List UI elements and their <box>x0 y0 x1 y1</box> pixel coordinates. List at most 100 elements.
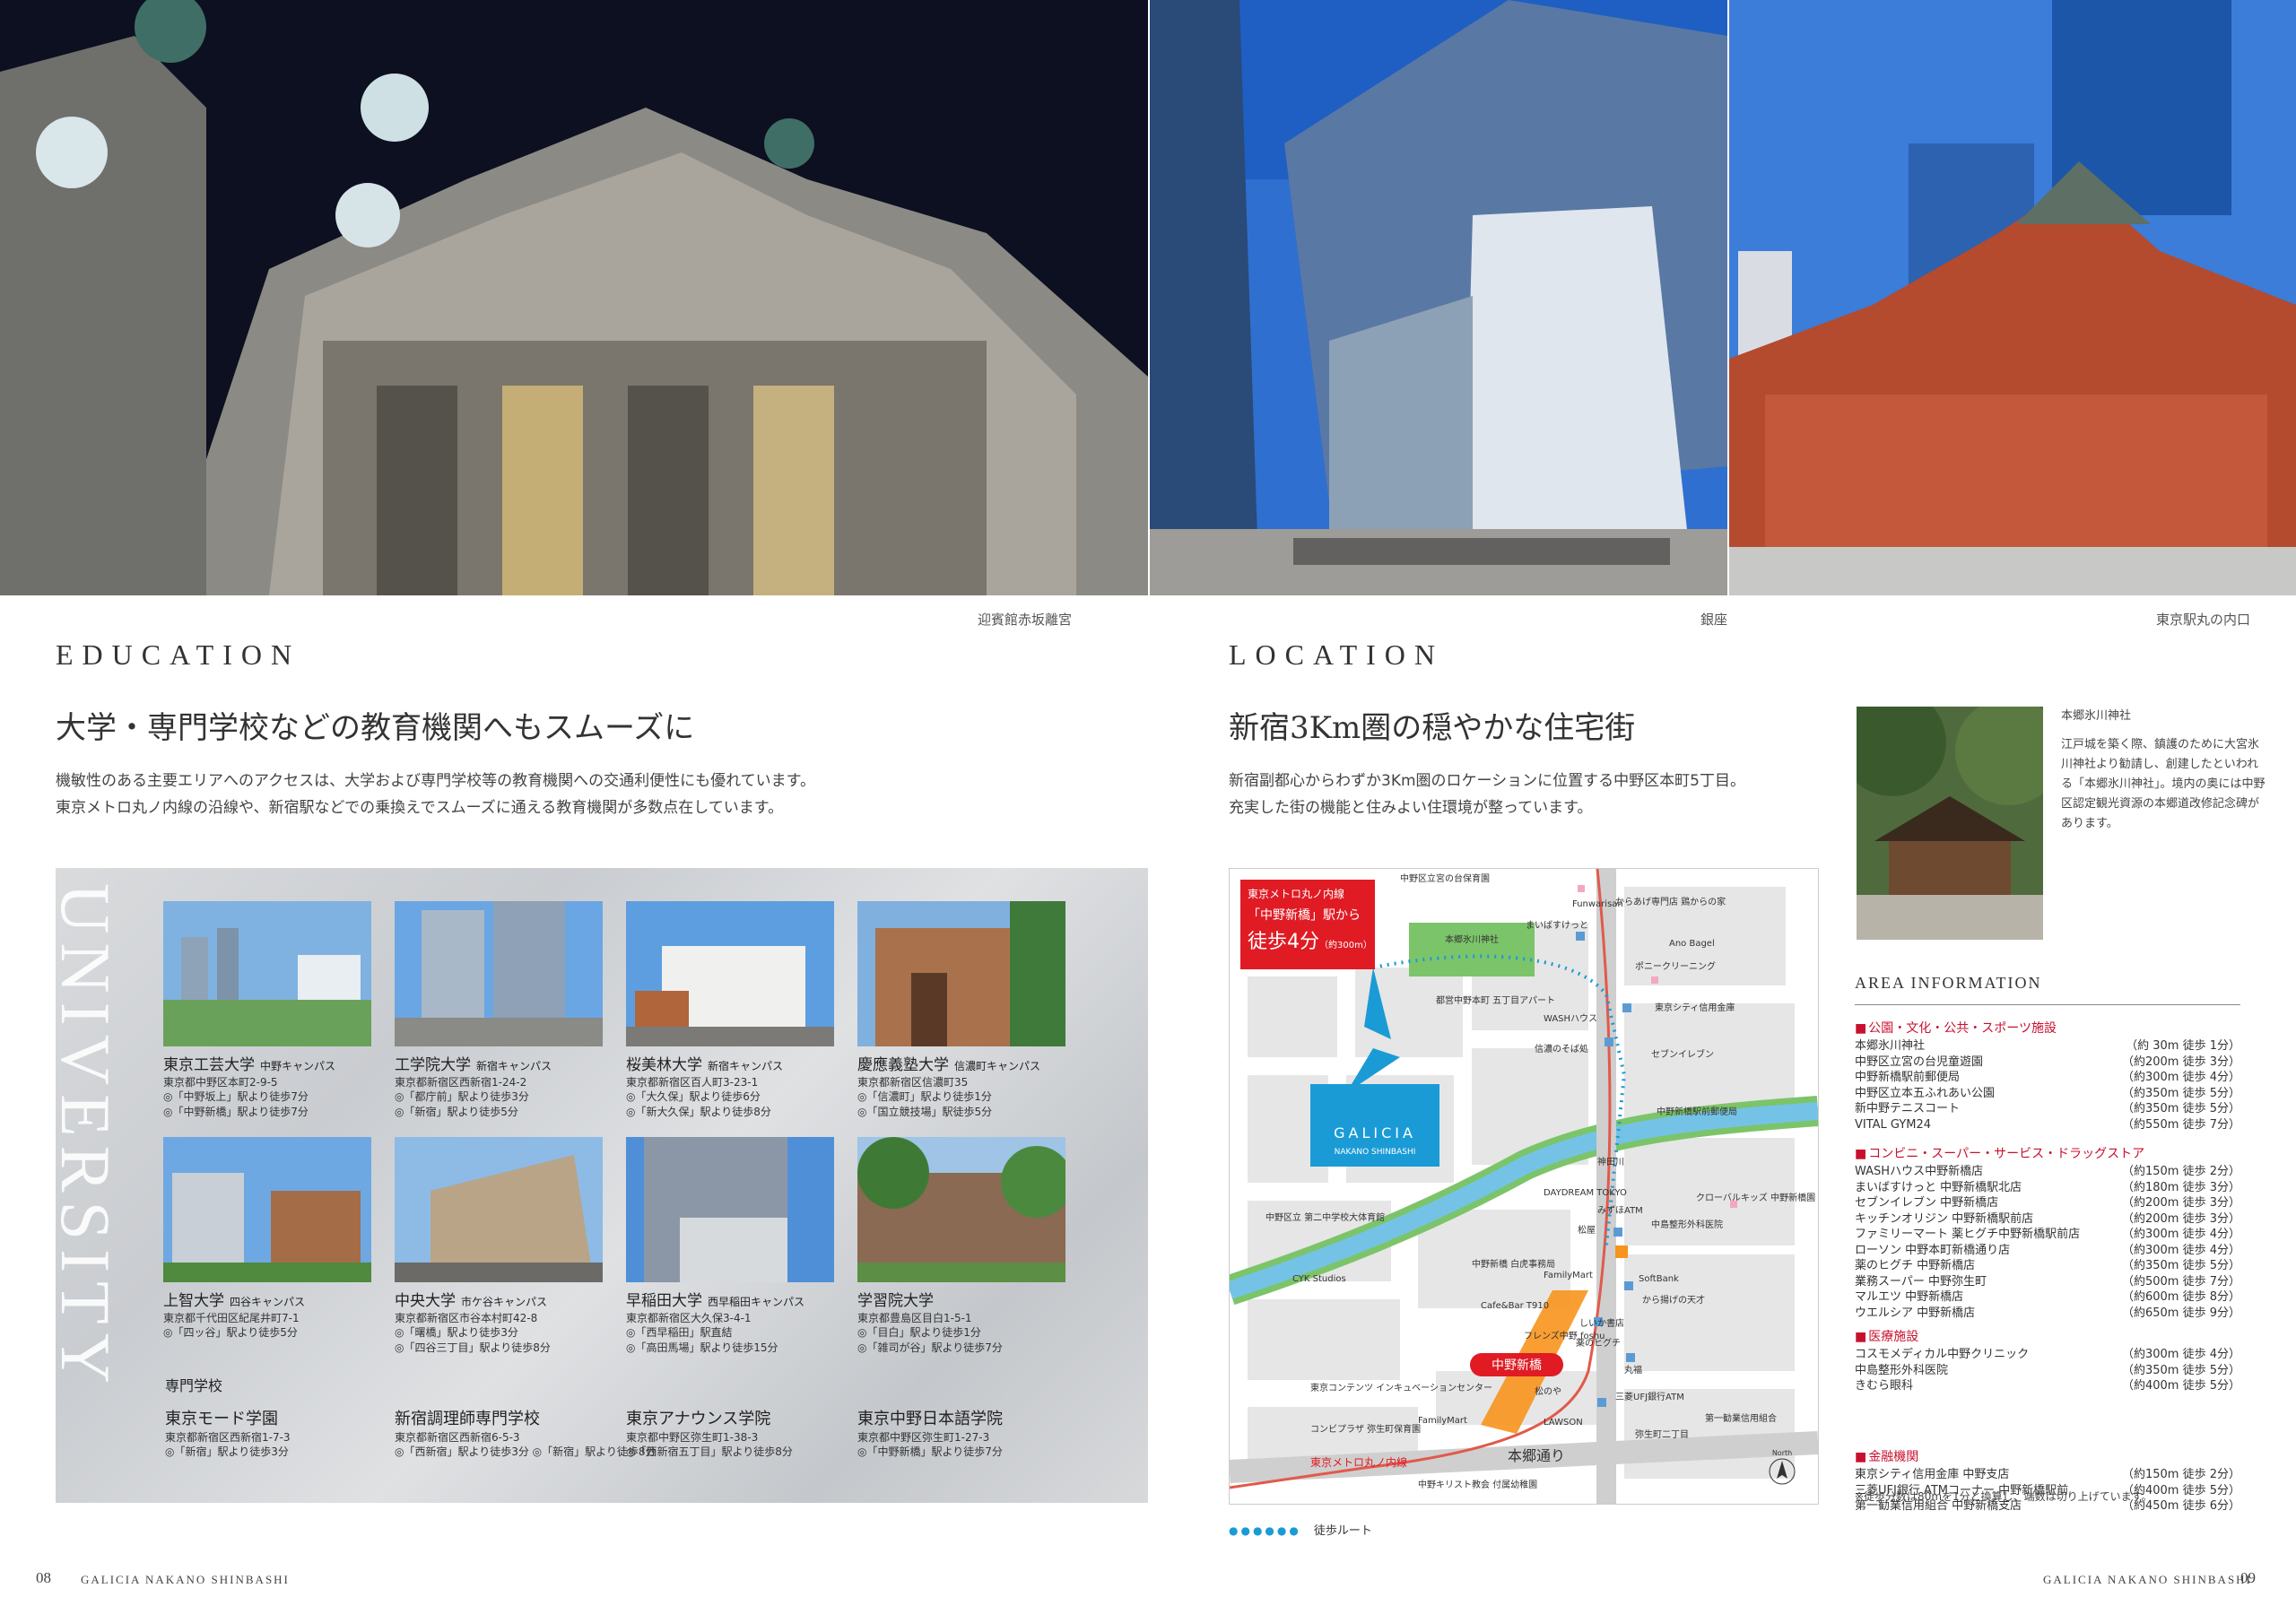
facility-name: 薬のヒグチ 中野新橋店 <box>1855 1259 1976 1272</box>
area-info-category: 医療施設 <box>1855 1327 2240 1345</box>
shrine-info: 本郷氷川神社 江戸城を築く際、鎮護のために大宮氷川神社より勧請し、創建したといわ… <box>2061 707 2267 834</box>
map-poi-label: CYK Studios <box>1292 1274 1346 1284</box>
area-info-row: まいばすけっと 中野新橋駅北店 （約180m 徒歩 3分） <box>1855 1180 2240 1196</box>
map-poi-label: 丸福 <box>1624 1364 1642 1376</box>
area-info-group: 公園・文化・公共・スポーツ施設本郷氷川神社 （約 30m 徒歩 1分） 中野区立宮の… <box>1855 1019 2240 1133</box>
page-number-right: 09 <box>2240 1569 2256 1586</box>
area-info-row: 中島整形外科医院 （約350m 徒歩 5分） <box>1855 1363 2240 1379</box>
university-card: 慶應義塾大学 信濃町キャンパス 東京都新宿区信濃町35 ◎「信濃町」駅より徒歩1分… <box>857 901 1068 1120</box>
area-info-row: マルエツ 中野新橋店 （約600m 徒歩 8分） <box>1855 1289 2240 1306</box>
map-poi-label: 弥生町二丁目 <box>1635 1428 1689 1440</box>
school-card: 東京中野日本語学院 東京都中野区弥生町1-27-3 ◎「中野新橋」駅より徒歩7分 <box>857 1410 1003 1458</box>
footer-brand-right: GALICIA NAKANO SHINBASHI <box>2043 1573 2252 1586</box>
facility-name: キッチンオリジン 中野新橋駅前店 <box>1855 1211 2034 1226</box>
education-body: 機敏性のある主要エリアへのアクセスは、大学および専門学校等の教育機関への交通利便… <box>56 772 815 817</box>
map-poi-label: DAYDREAM TOKYO <box>1544 1188 1627 1198</box>
map-poi-label: クローバルキッズ 中野新橋園 <box>1696 1192 1815 1203</box>
facility-distance: （約300m 徒歩 4分） <box>2121 1228 2240 1241</box>
footer-brand-left: GALICIA NAKANO SHINBASHI <box>81 1573 290 1586</box>
page-number-left: 08 <box>36 1569 51 1586</box>
area-info-row: 本郷氷川神社 （約 30m 徒歩 1分） <box>1855 1038 2240 1055</box>
shrine-title: 本郷氷川神社 <box>2061 709 2132 723</box>
area-info-row: 新中野テニスコート （約350m 徒歩 5分） <box>1855 1101 2240 1117</box>
photo-caption-2: 銀座 <box>1700 612 1728 628</box>
facility-distance: （約650m 徒歩 9分） <box>2121 1306 2240 1320</box>
education-headline: 大学・専門学校などの教育機関へもスムーズに <box>56 710 695 746</box>
photo-tokyo-station <box>1729 0 2296 595</box>
location-body: 新宿副都心からわずか3Km圏のロケーションに位置する中野区本町5丁目。 充実した… <box>1229 772 1745 817</box>
university-photo <box>395 901 603 1046</box>
area-info-note: ※徒歩分数は80mを1分と換算し、端数は切り上げています。 <box>1855 1490 2152 1503</box>
area-info-row: キッチンオリジン 中野新橋駅前店 （約200m 徒歩 3分） <box>1855 1211 2240 1228</box>
map-poi-label: FamilyMart <box>1544 1271 1593 1280</box>
map-badge-line: 東京メトロ丸ノ内線 <box>1248 887 1344 900</box>
facility-distance: （約300m 徒歩 4分） <box>2121 1243 2240 1257</box>
map-line-label: 東京メトロ丸ノ内線 <box>1310 1455 1407 1469</box>
map-poi-label: まいばすけっと <box>1526 920 1588 931</box>
facility-name: 業務スーパー 中野弥生町 <box>1855 1274 1987 1289</box>
facility-distance: （約200m 徒歩 3分） <box>2121 1211 2240 1226</box>
shrine-description: 江戸城を築く際、鎮護のために大宮氷川神社より勧請し、創建したといわれる「本郷氷川… <box>2061 738 2266 830</box>
school-card: 新宿調理師専門学校 東京都新宿区西新宿6-5-3 ◎「西新宿」駅より徒歩3分 ◎… <box>395 1410 657 1458</box>
area-info-row: ファミリーマート 薬ヒグチ中野新橋駅前店 （約300m 徒歩 4分） <box>1855 1227 2240 1243</box>
map-brand-sub: NAKANO SHINBASHI <box>1335 1148 1416 1157</box>
map-poi-label: 薬のヒグチ <box>1576 1337 1621 1349</box>
map-poi-label: 中野キリスト教会 付属幼稚園 <box>1418 1479 1537 1490</box>
area-info-category: コンビニ・スーパー・サービス・ドラッグストア <box>1855 1144 2240 1162</box>
facility-name: コスモメディカル中野クリニック <box>1855 1348 2030 1361</box>
map-poi-label: 中島整形外科医院 <box>1651 1219 1723 1230</box>
facility-distance: （約300m 徒歩 4分） <box>2121 1071 2240 1084</box>
university-card: 東京工芸大学 中野キャンパス 東京都中野区本町2-9-5 ◎「中野坂上」駅より徒歩… <box>163 901 374 1120</box>
facility-name: VITAL GYM24 <box>1855 1117 1932 1132</box>
photo-akasaka-palace <box>0 0 1148 595</box>
location-headline: 新宿3Km圏の穏やかな住宅街 <box>1229 710 1636 746</box>
map-badge-distance: （約300m） <box>1319 939 1372 950</box>
facility-name: 中島整形外科医院 <box>1855 1363 1949 1377</box>
university-photo <box>626 901 834 1046</box>
facility-distance: （約350m 徒歩 5分） <box>2121 1363 2240 1377</box>
facility-name: ファミリーマート 薬ヒグチ中野新橋駅前店 <box>1855 1228 2081 1241</box>
map-poi-label: FamilyMart <box>1418 1416 1467 1426</box>
area-info-row: VITAL GYM24 （約550m 徒歩 7分） <box>1855 1117 2240 1133</box>
area-info-row: 業務スーパー 中野弥生町 （約500m 徒歩 7分） <box>1855 1274 2240 1290</box>
map-poi-label: みずほATM <box>1597 1205 1643 1216</box>
map-road-label: 本郷通り <box>1508 1447 1565 1464</box>
area-info-row: コスモメディカル中野クリニック （約300m 徒歩 4分） <box>1855 1347 2240 1363</box>
area-info-group: 医療施設コスモメディカル中野クリニック （約300m 徒歩 4分） 中島整形外科医院… <box>1855 1327 2240 1394</box>
map-poi-label: 中野新橋駅前郵便局 <box>1657 1106 1737 1117</box>
map-poi-label: からあげ専門店 鶏からの家 <box>1615 896 1726 907</box>
facility-name: きむら眼科 <box>1855 1379 1914 1393</box>
north-arrow: North <box>1772 1449 1792 1457</box>
map-station-label: 中野新橋 <box>1492 1358 1542 1373</box>
map-poi-label: LAWSON <box>1544 1418 1583 1428</box>
university-card: 中央大学 市ケ谷キャンパス 東京都新宿区市谷本村町42-8 ◎「曙橋」駅より徒歩3… <box>395 1137 605 1356</box>
area-info-group: 金融機関東京シティ信用金庫 中野支店（約150m 徒歩 2分）三菱UFJ銀行 A… <box>1855 1447 2240 1515</box>
facility-distance: （約350m 徒歩 5分） <box>2121 1086 2240 1100</box>
facility-distance: （約150m 徒歩 2分） <box>2121 1468 2240 1481</box>
facility-distance: （約180m 徒歩 3分） <box>2121 1180 2240 1194</box>
university-card: 早稲田大学 西早稲田キャンパス 東京都新宿区大久保3-4-1 ◎「西早稲田」駅直結… <box>626 1137 837 1356</box>
map-poi-label: ポニークリーニング <box>1635 960 1716 972</box>
facility-name: 東京シティ信用金庫 中野支店 <box>1855 1468 2010 1481</box>
facility-name: 新中野テニスコート <box>1855 1102 1961 1115</box>
map-poi-label: Cafe&Bar T910 <box>1481 1301 1549 1311</box>
area-info-row: 東京シティ信用金庫 中野支店 （約150m 徒歩 2分） <box>1855 1467 2240 1483</box>
facility-name: 中野区立宮の台児童遊園 <box>1855 1055 1984 1069</box>
university-card: 桜美林大学 新宿キャンパス 東京都新宿区百人町3-23-1 ◎「大久保」駅より徒歩… <box>626 901 837 1120</box>
university-photo <box>163 901 371 1046</box>
area-info-row: 中野区立宮の台児童遊園 （約200m 徒歩 3分） <box>1855 1055 2240 1071</box>
map-poi-label: から揚げの天才 <box>1642 1294 1705 1306</box>
map-poi-label: コンビプラザ 弥生町保育園 <box>1310 1423 1421 1435</box>
schools-heading: 専門学校 <box>165 1377 223 1394</box>
facility-name: 中野区立本五ふれあい公園 <box>1855 1086 1996 1100</box>
map-poi-label: セブンイレブン <box>1651 1048 1714 1060</box>
area-info-row: 中野区立本五ふれあい公園 （約350m 徒歩 5分） <box>1855 1086 2240 1102</box>
area-info-title: AREA INFORMATION <box>1855 974 2042 992</box>
area-info-row: ウエルシア 中野新橋店 （約650m 徒歩 9分） <box>1855 1306 2240 1322</box>
map-poi-label: しいか書店 <box>1579 1317 1624 1329</box>
university-photo <box>626 1137 834 1282</box>
facility-distance: （約550m 徒歩 7分） <box>2121 1117 2240 1132</box>
facility-name: セブンイレブン 中野新橋店 <box>1855 1196 1999 1210</box>
map-poi-label: 東京シティ信用金庫 <box>1655 1002 1735 1013</box>
facility-distance: （約350m 徒歩 5分） <box>2121 1259 2240 1272</box>
